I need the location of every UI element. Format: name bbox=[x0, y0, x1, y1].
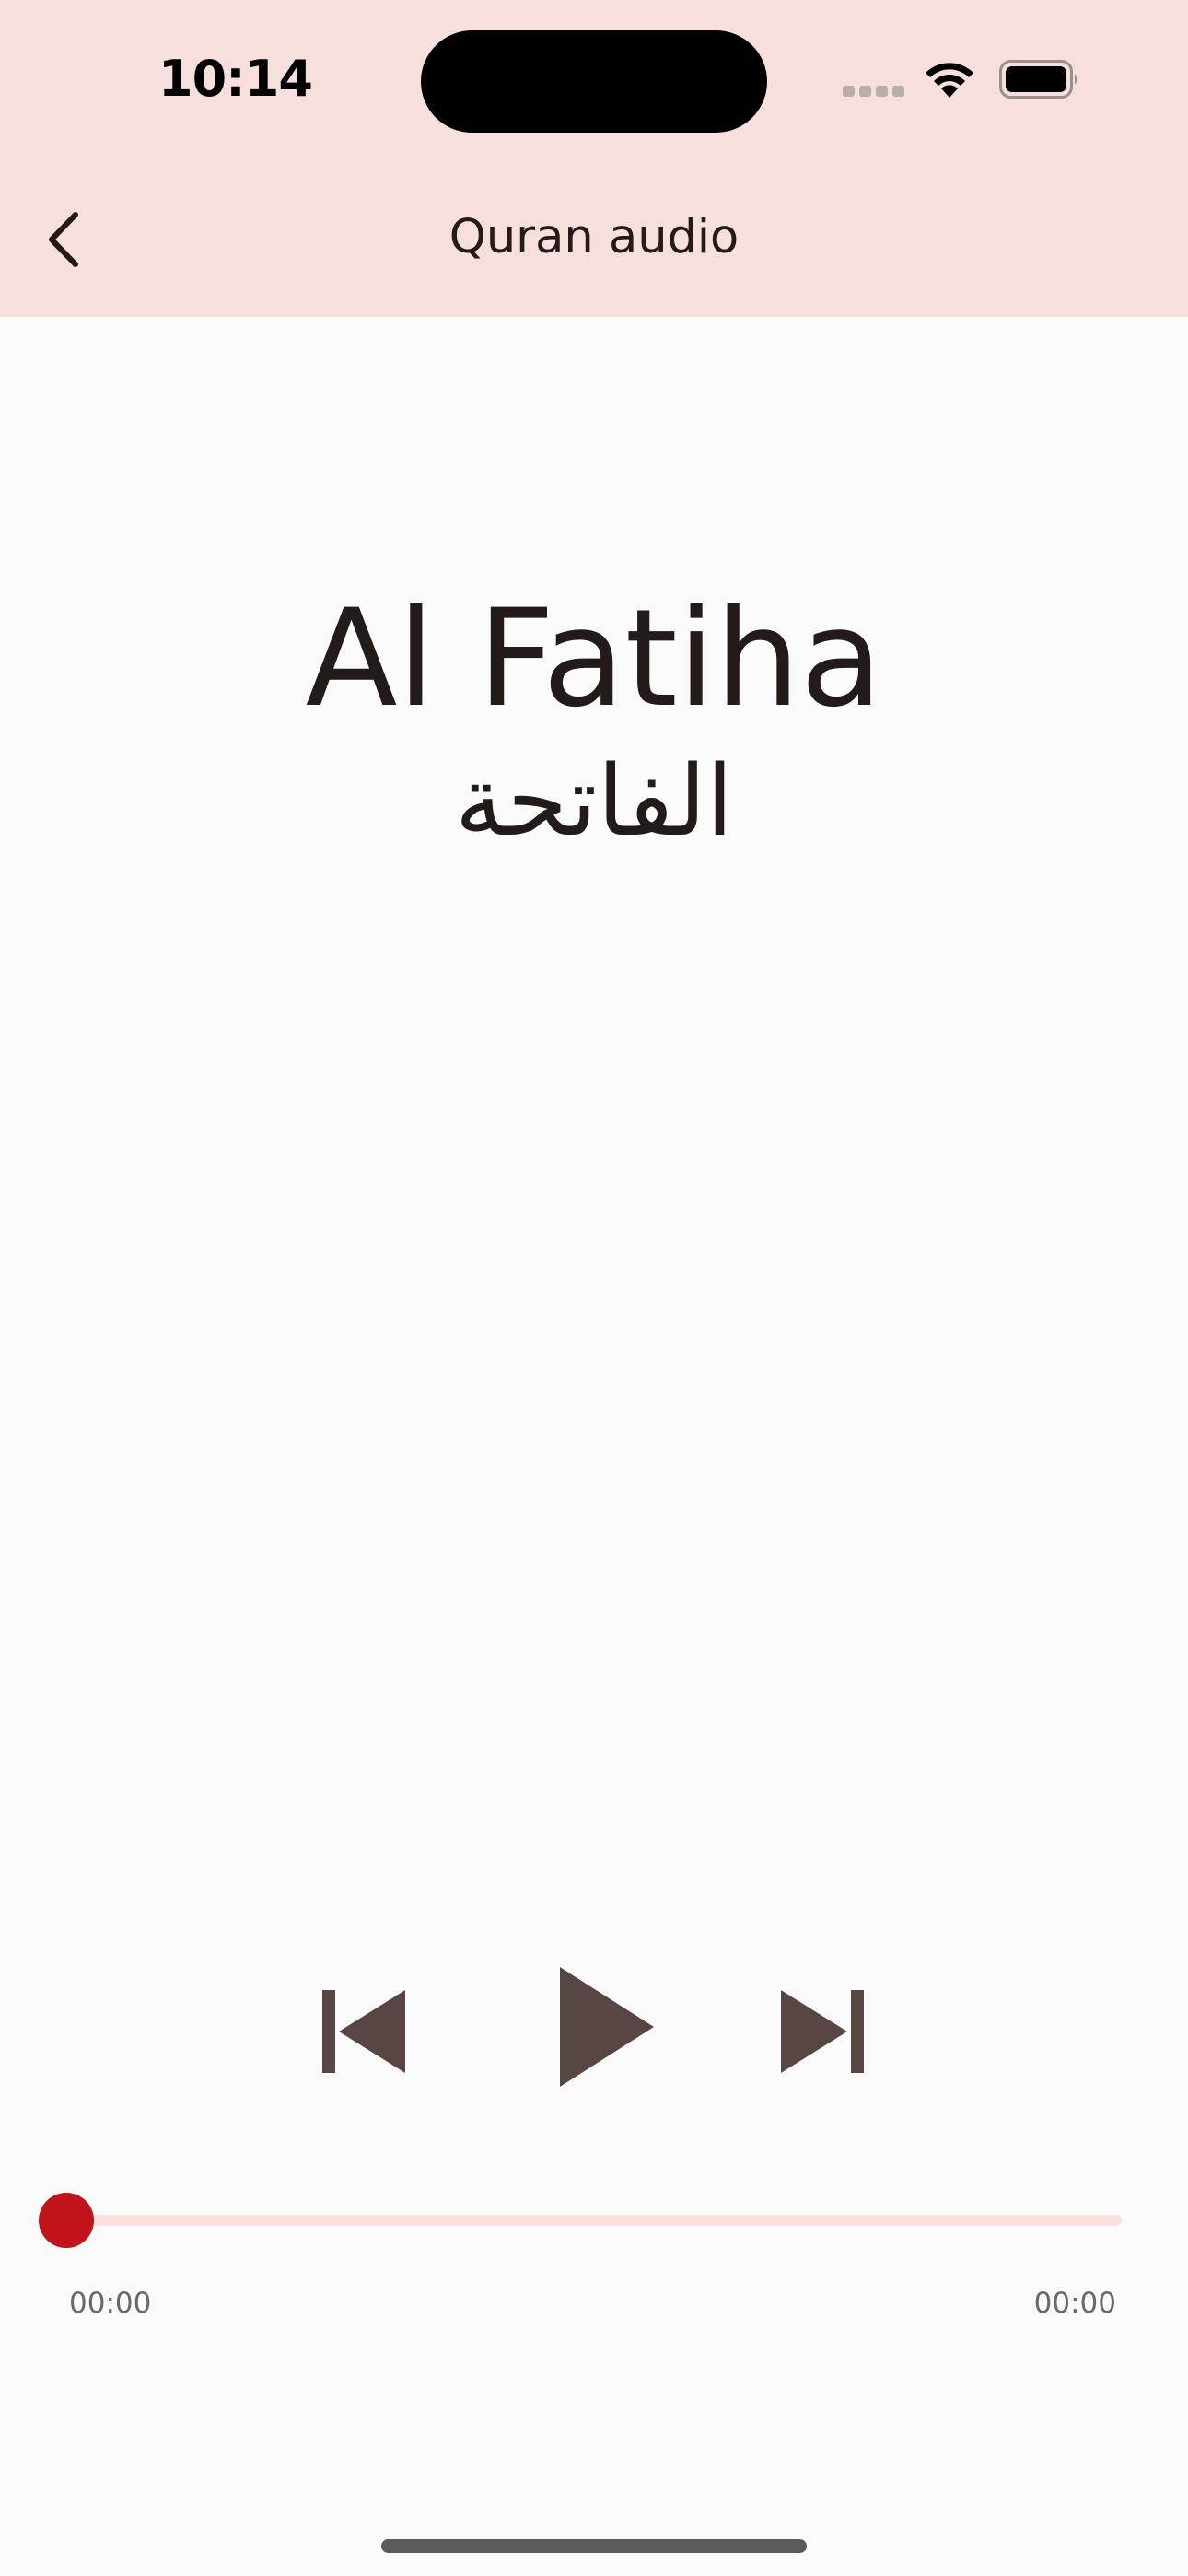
skip-previous-icon bbox=[322, 1990, 405, 2073]
progress-thumb[interactable] bbox=[39, 2193, 94, 2248]
dynamic-island bbox=[421, 30, 767, 133]
progress-slider[interactable] bbox=[66, 2215, 1122, 2226]
elapsed-time: 00:00 bbox=[69, 2287, 152, 2320]
battery-icon bbox=[999, 60, 1077, 99]
status-time: 10:14 bbox=[158, 50, 313, 108]
play-icon bbox=[560, 1967, 654, 2087]
cellular-signal-icon bbox=[843, 86, 904, 97]
play-button[interactable] bbox=[543, 1958, 672, 2096]
previous-button[interactable] bbox=[311, 1981, 413, 2082]
skip-next-icon bbox=[781, 1990, 864, 2073]
surah-name-english: Al Fatiha bbox=[305, 580, 883, 737]
home-indicator[interactable] bbox=[381, 2539, 807, 2553]
next-button[interactable] bbox=[774, 1981, 875, 2082]
page-title: Quran audio bbox=[448, 210, 740, 264]
surah-name-arabic: الفاتحة bbox=[454, 744, 734, 858]
app-bar: 10:14 Quran audio bbox=[0, 0, 1188, 317]
total-duration: 00:00 bbox=[1033, 2287, 1116, 2320]
wifi-icon bbox=[926, 63, 973, 98]
